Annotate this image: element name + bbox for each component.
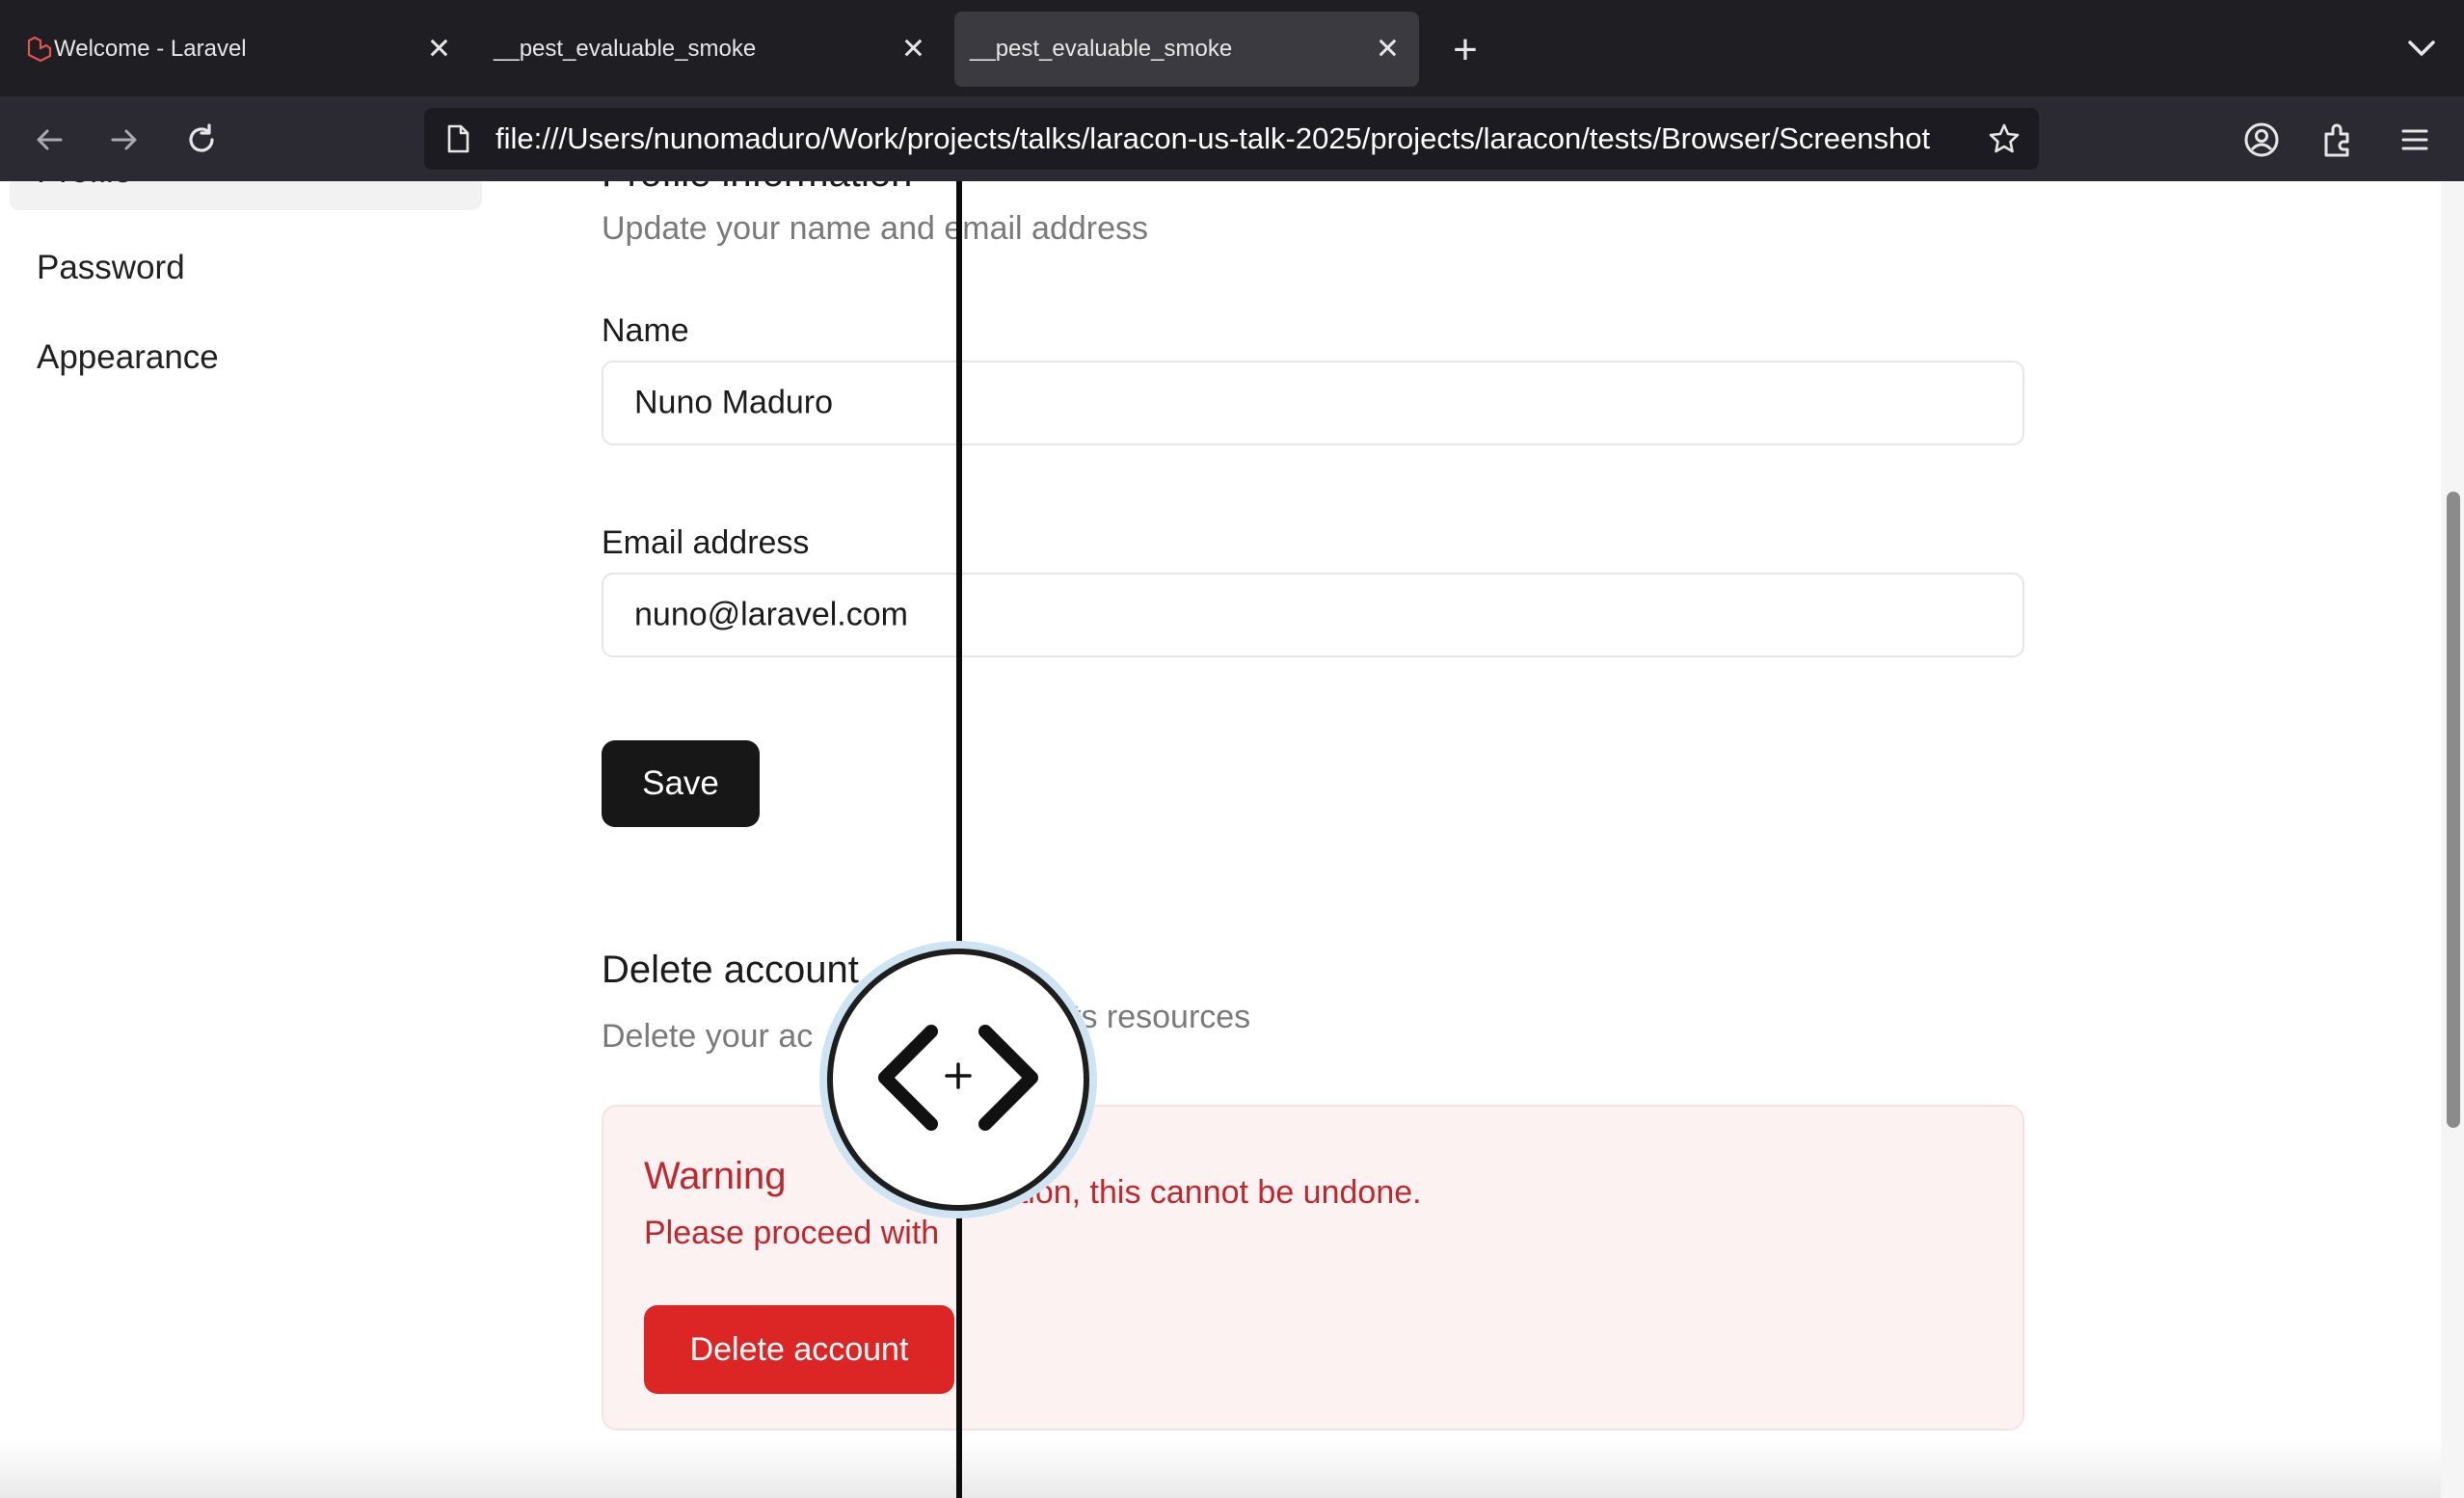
name-value: Nuno Maduro: [634, 384, 834, 421]
tab-pest-smoke-1[interactable]: __pest_evaluable_smoke ✕: [482, 12, 945, 87]
comparison-slider-handle[interactable]: [827, 949, 1089, 1211]
tab-title: __pest_evaluable_smoke: [970, 36, 1233, 62]
forward-icon[interactable]: [100, 116, 148, 164]
tab-bar: Welcome - Laravel ✕ __pest_evaluable_smo…: [0, 0, 2464, 96]
address-bar[interactable]: file:///Users/nunomaduro/Work/projects/t…: [424, 108, 2039, 170]
sidebar-item-profile[interactable]: Profile: [10, 181, 482, 210]
warning-title: Warning: [644, 1155, 787, 1197]
close-tab-icon[interactable]: ✕: [1376, 33, 1400, 67]
comparison-divider[interactable]: [956, 181, 962, 1498]
drag-arrows-icon: [878, 1025, 1038, 1131]
email-value: nuno@laravel.com: [634, 596, 908, 633]
chevron-down-icon[interactable]: [2402, 27, 2441, 69]
name-input[interactable]: Nuno Maduro: [602, 361, 2024, 445]
email-input[interactable]: nuno@laravel.com: [602, 573, 2024, 657]
bookmark-star-icon[interactable]: [1987, 121, 2022, 156]
scrollbar-thumb[interactable]: [2447, 492, 2460, 1128]
delete-account-subtitle-left: Delete your ac: [602, 1018, 814, 1055]
url-text[interactable]: file:///Users/nunomaduro/Work/projects/t…: [495, 121, 1930, 156]
email-label: Email address: [602, 524, 810, 561]
close-tab-icon[interactable]: ✕: [427, 33, 451, 67]
account-icon[interactable]: [2237, 116, 2286, 164]
page-content: Profile Password Appearance Profile info…: [0, 181, 2464, 1498]
page-icon: [447, 124, 469, 153]
menu-icon[interactable]: [2391, 116, 2439, 164]
bottom-shadow: [0, 1440, 2464, 1498]
profile-subtitle: Update your name and email address: [602, 210, 1148, 247]
sidebar-item-appearance[interactable]: Appearance: [37, 338, 219, 377]
sidebar-item-label: Profile: [37, 181, 132, 191]
tab-pest-smoke-2[interactable]: __pest_evaluable_smoke ✕: [954, 12, 1419, 87]
tab-welcome-laravel[interactable]: Welcome - Laravel ✕: [8, 12, 470, 87]
name-label: Name: [602, 312, 689, 349]
close-tab-icon[interactable]: ✕: [901, 33, 925, 67]
delete-account-subtitle-right: ts resources: [1072, 999, 1251, 1035]
delete-account-button[interactable]: Delete account: [644, 1305, 954, 1394]
tab-title: Welcome - Laravel: [54, 36, 247, 62]
sidebar-item-password[interactable]: Password: [37, 249, 185, 287]
warning-box: Warning Please proceed with caution, thi…: [602, 1105, 2024, 1431]
profile-heading: Profile information: [602, 181, 912, 196]
laravel-favicon-icon: [27, 36, 52, 63]
save-button[interactable]: Save: [602, 740, 760, 827]
new-tab-icon[interactable]: +: [1446, 21, 1485, 79]
reload-icon[interactable]: [177, 116, 226, 164]
delete-account-heading: Delete account: [602, 949, 859, 991]
back-icon[interactable]: [25, 116, 73, 164]
tab-title: __pest_evaluable_smoke: [494, 36, 757, 62]
warning-text-left: Please proceed with: [644, 1215, 940, 1251]
extensions-icon[interactable]: [2314, 116, 2362, 164]
